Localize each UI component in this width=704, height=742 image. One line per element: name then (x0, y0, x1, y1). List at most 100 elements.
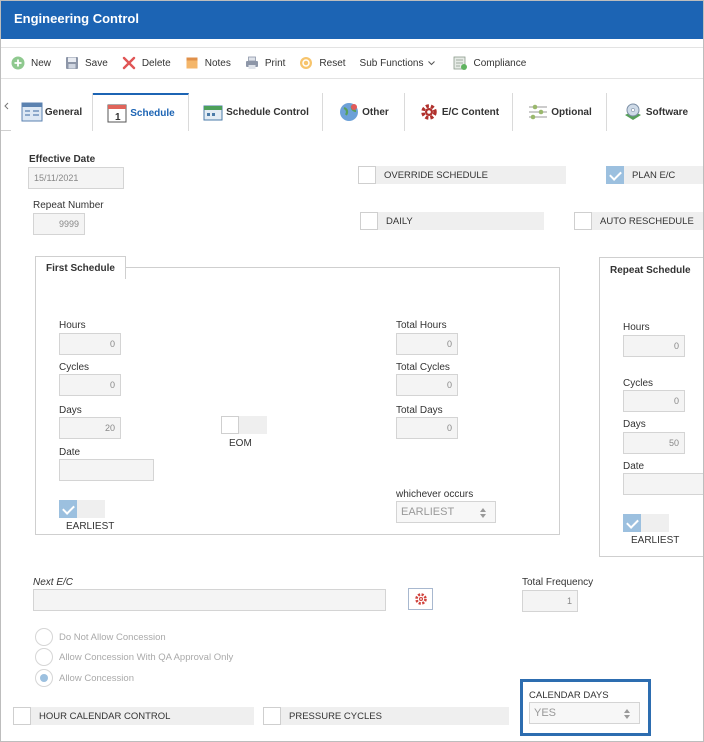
override-schedule-box[interactable] (358, 166, 376, 184)
auto-reschedule-box[interactable] (574, 212, 592, 230)
save-button[interactable]: Save (65, 56, 108, 70)
repeat-number-field[interactable]: 9999 (33, 213, 85, 235)
calendar-days-value: YES (534, 707, 557, 719)
tab-software[interactable]: Software (607, 93, 703, 131)
pressure-cycles-box[interactable] (263, 707, 281, 725)
first-schedule-panel (35, 267, 560, 535)
auto-reschedule-checkbox[interactable]: AUTO RESCHEDULE (574, 212, 703, 230)
ec-lookup-button[interactable] (408, 588, 433, 610)
total-frequency-field[interactable]: 1 (522, 590, 578, 612)
new-label: New (31, 57, 52, 69)
reset-icon (299, 56, 313, 70)
rs-hours-field[interactable]: 0 (623, 335, 685, 357)
hour-calendar-control-label: HOUR CALENDAR CONTROL (31, 707, 254, 725)
tab-ec-content[interactable]: E/C Content (405, 93, 513, 131)
engineering-control-window: Engineering Control New Save Delete Note… (0, 0, 704, 742)
toolbar: New Save Delete Notes Print Reset Sub Fu… (1, 47, 703, 79)
total-hours-label: Total Hours (396, 320, 447, 331)
auto-reschedule-label: AUTO RESCHEDULE (592, 212, 703, 230)
software-disc-icon (622, 101, 644, 123)
whichever-occurs-select[interactable]: EARLIEST (396, 501, 496, 523)
plan-ec-box[interactable] (606, 166, 624, 184)
first-schedule-title: First Schedule (35, 256, 126, 279)
tab-schedule-control[interactable]: Schedule Control (189, 93, 323, 131)
eom-track (239, 416, 267, 434)
repeat-schedule-title: Repeat Schedule (599, 257, 703, 283)
calendar-days-select[interactable]: YES (529, 702, 640, 724)
reset-button[interactable]: Reset (299, 56, 346, 70)
do-not-allow-concession-label: Do Not Allow Concession (59, 631, 166, 643)
tab-other-label: Other (362, 106, 389, 118)
eom-box[interactable] (221, 416, 239, 434)
rs-earliest-label: EARLIEST (631, 535, 680, 546)
rs-days-label: Days (623, 419, 646, 430)
chevron-down-icon (428, 58, 436, 69)
compliance-button[interactable]: Compliance (449, 56, 526, 70)
x-icon (122, 56, 136, 70)
rs-days-field[interactable]: 50 (623, 432, 685, 454)
notes-button[interactable]: Notes (185, 56, 231, 70)
form-icon (21, 101, 43, 123)
fs-days-label: Days (59, 405, 82, 416)
rs-date-field[interactable] (623, 473, 703, 495)
updown-arrow-icon (479, 506, 487, 520)
tab-general[interactable]: General (11, 93, 93, 131)
total-cycles-field[interactable]: 0 (396, 374, 458, 396)
tab-bar: General 1 Schedule Schedule Control Othe… (1, 93, 703, 131)
save-label: Save (85, 57, 108, 69)
sub-functions-dropdown[interactable]: Sub Functions (360, 58, 436, 69)
daily-box[interactable] (360, 212, 378, 230)
print-label: Print (264, 57, 286, 69)
fs-earliest-track (77, 500, 105, 518)
rs-cycles-field[interactable]: 0 (623, 390, 685, 412)
radio-circle-selected[interactable] (35, 669, 53, 687)
whichever-occurs-value: EARLIEST (401, 506, 455, 518)
whichever-occurs-label: whichever occurs (396, 489, 474, 500)
tab-other[interactable]: Other (323, 93, 405, 131)
delete-label: Delete (141, 57, 171, 69)
tab-optional[interactable]: Optional (513, 93, 607, 131)
plus-icon (11, 56, 25, 70)
plan-ec-checkbox[interactable]: PLAN E/C (606, 166, 703, 184)
override-schedule-label: OVERRIDE SCHEDULE (376, 166, 566, 184)
fs-hours-field[interactable]: 0 (59, 333, 121, 355)
fs-date-label: Date (59, 447, 81, 458)
eom-checkbox[interactable] (221, 416, 267, 434)
fs-earliest-label: EARLIEST (66, 521, 115, 532)
hour-calendar-control-checkbox[interactable]: HOUR CALENDAR CONTROL (13, 707, 254, 725)
notes-label: Notes (204, 57, 231, 69)
pressure-cycles-checkbox[interactable]: PRESSURE CYCLES (263, 707, 509, 725)
tab-general-label: General (44, 106, 83, 118)
radio-circle[interactable] (35, 648, 53, 666)
hour-calendar-control-box[interactable] (13, 707, 31, 725)
next-ec-field[interactable] (33, 589, 386, 611)
radio-circle[interactable] (35, 628, 53, 646)
fs-earliest-box[interactable] (59, 500, 77, 518)
eom-label: EOM (229, 438, 252, 449)
tab-scroll-left[interactable] (1, 93, 11, 131)
allow-concession-radio[interactable]: Allow Concession (35, 669, 134, 687)
allow-concession-qa-radio[interactable]: Allow Concession With QA Approval Only (35, 648, 233, 666)
fs-earliest-checkbox[interactable] (59, 500, 105, 518)
tab-schedule[interactable]: 1 Schedule (93, 93, 189, 131)
reset-label: Reset (319, 57, 346, 69)
delete-button[interactable]: Delete (122, 56, 171, 70)
gear-icon (414, 592, 428, 609)
print-button[interactable]: Print (245, 56, 286, 70)
fs-days-field[interactable]: 20 (59, 417, 121, 439)
daily-checkbox[interactable]: DAILY (360, 212, 544, 230)
fs-cycles-field[interactable]: 0 (59, 374, 121, 396)
notes-icon (185, 56, 199, 70)
window-title: Engineering Control (1, 1, 703, 39)
rs-earliest-box[interactable] (623, 514, 641, 532)
rs-earliest-checkbox[interactable] (623, 514, 669, 532)
do-not-allow-concession-radio[interactable]: Do Not Allow Concession (35, 628, 166, 646)
total-days-field[interactable]: 0 (396, 417, 458, 439)
total-days-label: Total Days (396, 405, 443, 416)
fs-date-field[interactable] (59, 459, 154, 481)
new-button[interactable]: New (11, 56, 51, 70)
override-schedule-checkbox[interactable]: OVERRIDE SCHEDULE (358, 166, 566, 184)
total-hours-field[interactable]: 0 (396, 333, 458, 355)
effective-date-field[interactable]: 15/11/2021 (28, 167, 124, 189)
rs-date-label: Date (623, 461, 645, 472)
